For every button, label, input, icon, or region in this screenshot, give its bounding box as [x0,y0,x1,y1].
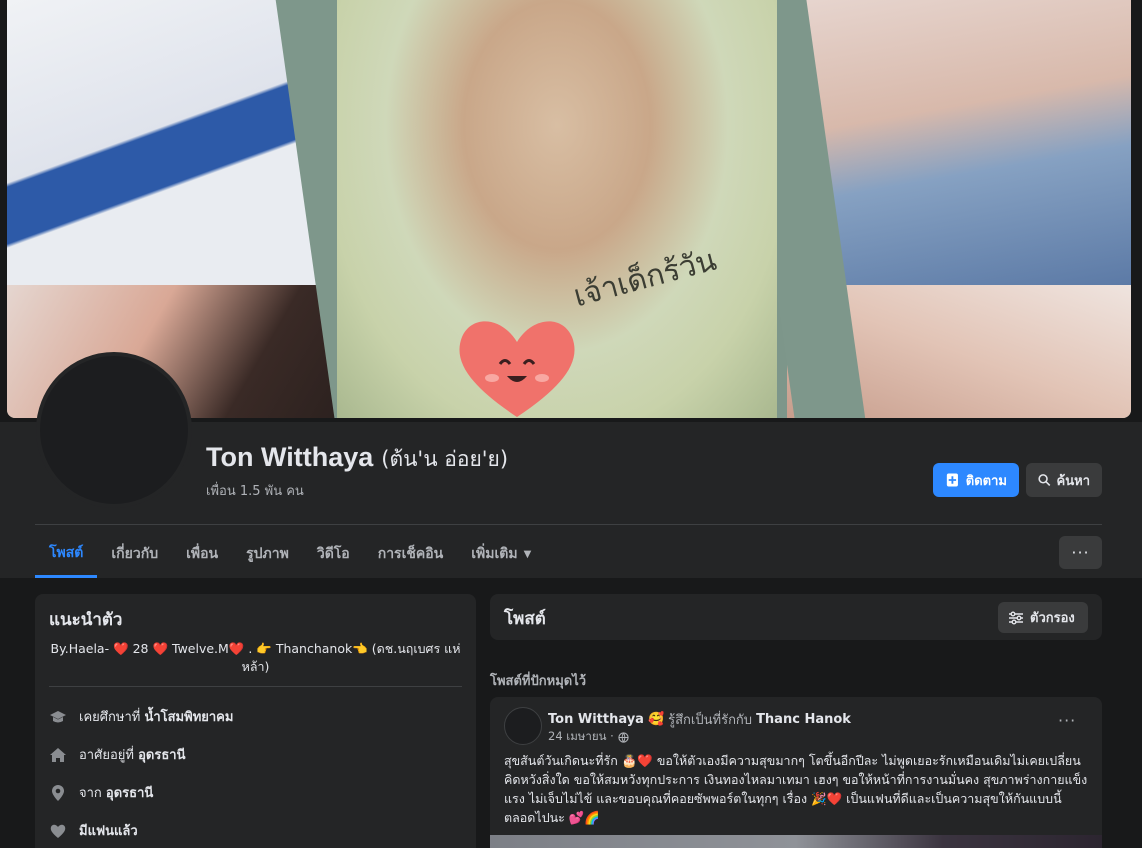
posts-header-card: โพสต์ ตัวกรอง [490,594,1102,640]
header-divider [35,524,1102,525]
post-author-line: Ton Witthaya 🥰 รู้สึกเป็นที่รักกับ Thanc… [548,709,851,730]
cover-section: เจ้าเด็กร้วัน [0,0,1142,420]
tab-videos[interactable]: วิดีโอ [303,530,364,578]
profile-tabs: โพสต์ เกี่ยวกับ เพื่อน รูปภาพ วิดีโอ การ… [35,530,545,578]
caret-down-icon: ▼ [523,548,532,560]
pinned-post: Ton Witthaya 🥰 รู้สึกเป็นที่รักกับ Thanc… [490,697,1102,848]
filter-button-label: ตัวกรอง [1030,611,1075,626]
globe-icon [618,731,629,743]
intro-item-value[interactable]: อุดรธานี [138,748,185,763]
tab-friends[interactable]: เพื่อน [172,530,232,578]
feeling-emoji: 🥰 [647,712,665,727]
intro-item-hometown: จาก อุดรธานี [49,782,153,803]
more-options-button[interactable]: ··· [1059,536,1102,569]
follow-button[interactable]: ติดตาม [933,463,1019,497]
home-icon [49,746,67,764]
heart-icon [49,822,67,840]
intro-item-prefix: จาก [79,786,106,801]
filter-button[interactable]: ตัวกรอง [998,602,1088,633]
tab-about[interactable]: เกี่ยวกับ [97,530,172,578]
intro-item-prefix: เคยศึกษาที่ [79,710,145,725]
intro-item-text: มีแฟนแล้ว [79,820,138,841]
filter-icon [1009,611,1023,624]
intro-item-value[interactable]: อุดรธานี [106,786,153,801]
follow-button-label: ติดตาม [965,473,1007,489]
posts-title: โพสต์ [504,609,546,629]
graduation-cap-icon [49,708,67,726]
tab-more-label: เพิ่มเติม [471,546,518,562]
tab-posts[interactable]: โพสต์ [35,530,98,578]
heart-sticker-icon [459,321,575,417]
tab-photos[interactable]: รูปภาพ [232,530,303,578]
profile-alt-name: (ต้น'น อ่อย'ย) [381,447,509,471]
intro-item-text: เคยศึกษาที่ น้ำโสมพิทยาคม [79,706,233,727]
post-text: สุขสันต์วันเกิดนะที่รัก 🎂❤️ ขอให้ตัวเองม… [504,753,1088,825]
feeling-text: รู้สึกเป็นที่รักกับ [668,713,753,728]
intro-item-residence: อาศัยอยู่ที่ อุดรธานี [49,744,185,765]
post-author-avatar[interactable] [504,707,542,745]
post-meta: 24 เมษายน · [548,728,629,746]
tab-more[interactable]: เพิ่มเติม ▼ [457,530,545,578]
follow-icon [946,473,958,487]
post-author-name[interactable]: Ton Witthaya [548,712,644,727]
intro-item-text: อาศัยอยู่ที่ อุดรธานี [79,744,185,765]
intro-item-relationship: มีแฟนแล้ว [49,820,138,841]
post-date[interactable]: 24 เมษายน · [548,728,614,746]
location-pin-icon [49,784,67,802]
intro-item-prefix: อาศัยอยู่ที่ [79,748,139,763]
profile-avatar[interactable] [36,352,192,508]
cover-photo[interactable]: เจ้าเด็กร้วัน [7,0,1131,418]
search-button[interactable]: ค้นหา [1026,463,1102,497]
intro-item-value[interactable]: น้ำโสมพิทยาคม [144,710,233,725]
friends-count[interactable]: เพื่อน 1.5 พัน คน [206,480,304,501]
intro-bio: By.Haela- ❤️ 28 ❤️ Twelve.M❤️ . 👉 Thanch… [50,641,461,674]
tab-checkins[interactable]: การเช็คอิน [364,530,458,578]
intro-divider [49,686,462,687]
tagged-person[interactable]: Thanc Hanok [756,712,851,727]
post-options-button[interactable]: ··· [1058,711,1076,730]
search-icon [1038,474,1051,487]
intro-item-text: จาก อุดรธานี [79,782,153,803]
search-button-label: ค้นหา [1056,473,1090,489]
profile-name-row: Ton Witthaya (ต้น'น อ่อย'ย) [206,442,508,476]
intro-item-value: มีแฟนแล้ว [79,824,138,839]
intro-title: แนะนำตัว [49,610,123,630]
profile-name: Ton Witthaya [206,442,374,472]
intro-item-education: เคยศึกษาที่ น้ำโสมพิทยาคม [49,706,233,727]
intro-card: แนะนำตัว By.Haela- ❤️ 28 ❤️ Twelve.M❤️ .… [35,594,476,848]
pinned-posts-label: โพสต์ที่ปักหมุดไว้ [490,674,587,689]
post-image[interactable] [490,835,1102,848]
